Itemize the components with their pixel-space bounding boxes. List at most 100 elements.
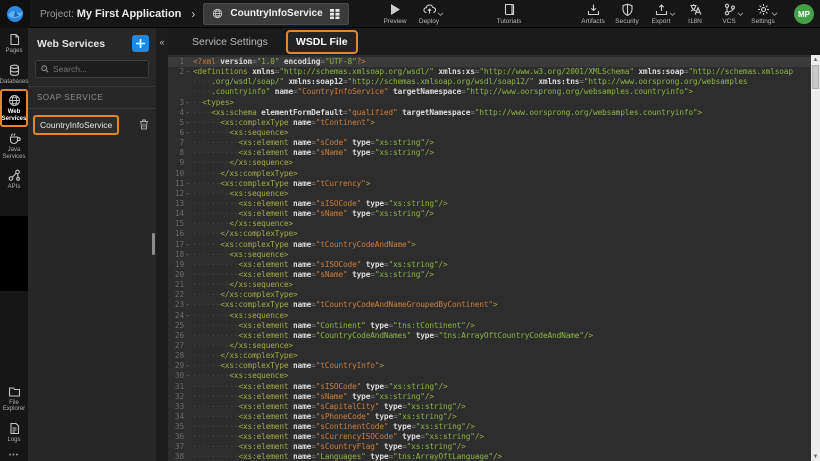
project-name[interactable]: My First Application xyxy=(77,8,182,20)
caret-down-icon[interactable] xyxy=(771,12,778,17)
code-line[interactable]: 31··········<xs:element name="sISOCode" … xyxy=(168,382,811,392)
document-tab-countryinfoservice[interactable]: CountryInfoService xyxy=(203,3,348,25)
security-button[interactable]: Security xyxy=(610,3,644,25)
code-line[interactable]: 32··········<xs:element name="sName" typ… xyxy=(168,392,811,402)
service-item-countryinfoservice[interactable]: CountryInfoService xyxy=(33,115,119,135)
scroll-down-arrow[interactable]: ▼ xyxy=(811,452,820,461)
fold-toggle-icon[interactable]: - xyxy=(184,108,191,118)
sidebar-item-file-explorer[interactable]: FileExplorer xyxy=(0,380,28,417)
trash-icon[interactable] xyxy=(139,119,149,131)
code-text[interactable]: ··········<xs:element name="sName" type=… xyxy=(191,148,434,158)
code-text[interactable]: ··········<xs:element name="sPhoneCode" … xyxy=(191,412,457,422)
code-line[interactable]: 38··········<xs:element name="Languages"… xyxy=(168,452,811,461)
code-text[interactable]: ··········<xs:element name="sName" type=… xyxy=(191,392,434,402)
code-line[interactable]: 22······</xs:complexType> xyxy=(168,290,811,300)
code-line[interactable]: 6-········<xs:sequence> xyxy=(168,128,811,138)
code-line[interactable]: 29-······<xs:complexType name="tCountryI… xyxy=(168,361,811,371)
fold-toggle-icon[interactable]: - xyxy=(184,311,191,321)
code-line[interactable]: 20··········<xs:element name="sName" typ… xyxy=(168,270,811,280)
artifacts-button[interactable]: Artifacts xyxy=(576,3,610,25)
code-text[interactable]: ······<xs:complexType name="tCurrency"> xyxy=(191,179,370,189)
sidebar-item-java-services[interactable]: JavaServices xyxy=(0,127,28,164)
code-line[interactable]: 9········</xs:sequence> xyxy=(168,158,811,168)
code-text[interactable]: ··········<xs:element name="sISOCode" ty… xyxy=(191,382,448,392)
sidebar-item-logs[interactable]: Logs xyxy=(0,417,28,448)
service-search-box[interactable] xyxy=(35,60,149,78)
code-line[interactable]: 14··········<xs:element name="sName" typ… xyxy=(168,209,811,219)
code-text[interactable]: ········</xs:sequence> xyxy=(191,219,293,229)
code-text[interactable]: ········</xs:sequence> xyxy=(191,280,293,290)
preview-button[interactable]: Preview xyxy=(378,3,412,25)
fold-toggle-icon[interactable]: - xyxy=(184,189,191,199)
code-text[interactable]: ······<xs:complexType name="tCountryCode… xyxy=(191,300,498,310)
code-text[interactable]: ········</xs:sequence> xyxy=(191,158,293,168)
settings-button[interactable]: Settings xyxy=(746,3,780,25)
code-line[interactable]: 1<?xml version="1.0" encoding="UTF-8"?> xyxy=(168,57,811,67)
code-text[interactable]: ··<types> xyxy=(191,98,234,108)
deploy-button[interactable]: Deploy xyxy=(412,3,446,25)
app-logo[interactable] xyxy=(0,0,30,28)
code-line[interactable]: 26··········<xs:element name="CountryCod… xyxy=(168,331,811,341)
code-text[interactable]: ····<xs:schema elementFormDefault="quali… xyxy=(191,108,702,118)
code-line[interactable]: 13··········<xs:element name="sISOCode" … xyxy=(168,199,811,209)
code-line[interactable]: 35··········<xs:element name="sContinent… xyxy=(168,422,811,432)
code-text[interactable]: ··········<xs:element name="Continent" t… xyxy=(191,321,475,331)
search-input[interactable] xyxy=(53,64,143,74)
code-text[interactable]: ······<xs:complexType name="tContinent"> xyxy=(191,118,375,128)
collapse-panel-button[interactable]: « xyxy=(157,36,167,48)
code-text[interactable]: <?xml version="1.0" encoding="UTF-8"?> xyxy=(191,57,366,67)
code-line[interactable]: 11-······<xs:complexType name="tCurrency… xyxy=(168,179,811,189)
code-text[interactable]: ······</xs:complexType> xyxy=(191,290,298,300)
fold-toggle-icon[interactable]: - xyxy=(184,361,191,371)
code-line[interactable]: 34··········<xs:element name="sPhoneCode… xyxy=(168,412,811,422)
code-line[interactable]: 21········</xs:sequence> xyxy=(168,280,811,290)
code-line[interactable]: 23-······<xs:complexType name="tCountryC… xyxy=(168,300,811,310)
code-line[interactable]: ····.org/wsdl/soap/" xmlns:soap12="http:… xyxy=(168,77,811,87)
code-text[interactable]: ··········<xs:element name="sCapitalCity… xyxy=(191,402,466,412)
code-text[interactable]: ··········<xs:element name="sCode" type=… xyxy=(191,138,434,148)
panel-scrollbar-thumb[interactable] xyxy=(152,233,155,255)
code-text[interactable]: ······<xs:complexType name="tCountryCode… xyxy=(191,240,416,250)
code-text[interactable]: ··········<xs:element name="sISOCode" ty… xyxy=(191,260,448,270)
code-text[interactable]: ········</xs:sequence> xyxy=(191,341,293,351)
code-line[interactable]: 30-········<xs:sequence> xyxy=(168,371,811,381)
fold-toggle-icon[interactable]: - xyxy=(184,98,191,108)
caret-down-icon[interactable] xyxy=(669,12,676,17)
code-text[interactable]: ······</xs:complexType> xyxy=(191,169,298,179)
code-text[interactable]: ··········<xs:element name="sCurrencyISO… xyxy=(191,432,484,442)
fold-toggle-icon[interactable]: - xyxy=(184,250,191,260)
add-service-button[interactable] xyxy=(132,35,149,52)
sidebar-item-databases[interactable]: Databases xyxy=(0,59,28,90)
vcs-button[interactable]: VCS xyxy=(712,3,746,25)
code-text[interactable]: ······<xs:complexType name="tCountryInfo… xyxy=(191,361,384,371)
code-text[interactable]: ······</xs:complexType> xyxy=(191,229,298,239)
caret-down-icon[interactable] xyxy=(737,12,744,17)
scrollbar-thumb[interactable] xyxy=(812,65,819,89)
fold-toggle-icon[interactable]: - xyxy=(184,67,191,77)
tab-wsdl-file[interactable]: WSDL File xyxy=(286,30,358,54)
fold-toggle-icon[interactable]: - xyxy=(184,371,191,381)
fold-toggle-icon[interactable]: - xyxy=(184,128,191,138)
code-line[interactable]: 37··········<xs:element name="sCountryFl… xyxy=(168,442,811,452)
code-line[interactable]: 19··········<xs:element name="sISOCode" … xyxy=(168,260,811,270)
sidebar-item-web-services[interactable]: WebServices xyxy=(0,89,28,127)
code-text[interactable]: ········<xs:sequence> xyxy=(191,250,288,260)
code-line[interactable]: 28······</xs:complexType> xyxy=(168,351,811,361)
code-text[interactable]: ····.org/wsdl/soap/" xmlns:soap12="http:… xyxy=(191,77,747,87)
tutorials-button[interactable]: Tutorials xyxy=(492,3,526,25)
code-text[interactable]: ··········<xs:element name="sName" type=… xyxy=(191,270,434,280)
code-line[interactable]: 15········</xs:sequence> xyxy=(168,219,811,229)
code-line[interactable]: 12-········<xs:sequence> xyxy=(168,189,811,199)
code-text[interactable]: ····.countryinfo" name="CountryInfoServi… xyxy=(191,87,693,97)
code-text[interactable]: ··········<xs:element name="CountryCodeA… xyxy=(191,331,593,341)
code-text[interactable]: <definitions xmlns="http://schemas.xmlso… xyxy=(191,67,793,77)
code-line[interactable]: 36··········<xs:element name="sCurrencyI… xyxy=(168,432,811,442)
code-line[interactable]: 3-··<types> xyxy=(168,98,811,108)
code-text[interactable]: ········<xs:sequence> xyxy=(191,189,288,199)
code-text[interactable]: ··········<xs:element name="sName" type=… xyxy=(191,209,434,219)
code-text[interactable]: ········<xs:sequence> xyxy=(191,311,288,321)
code-line[interactable]: 10······</xs:complexType> xyxy=(168,169,811,179)
code-line[interactable]: 5-······<xs:complexType name="tContinent… xyxy=(168,118,811,128)
code-text[interactable]: ··········<xs:element name="sContinentCo… xyxy=(191,422,475,432)
code-line[interactable]: 33··········<xs:element name="sCapitalCi… xyxy=(168,402,811,412)
